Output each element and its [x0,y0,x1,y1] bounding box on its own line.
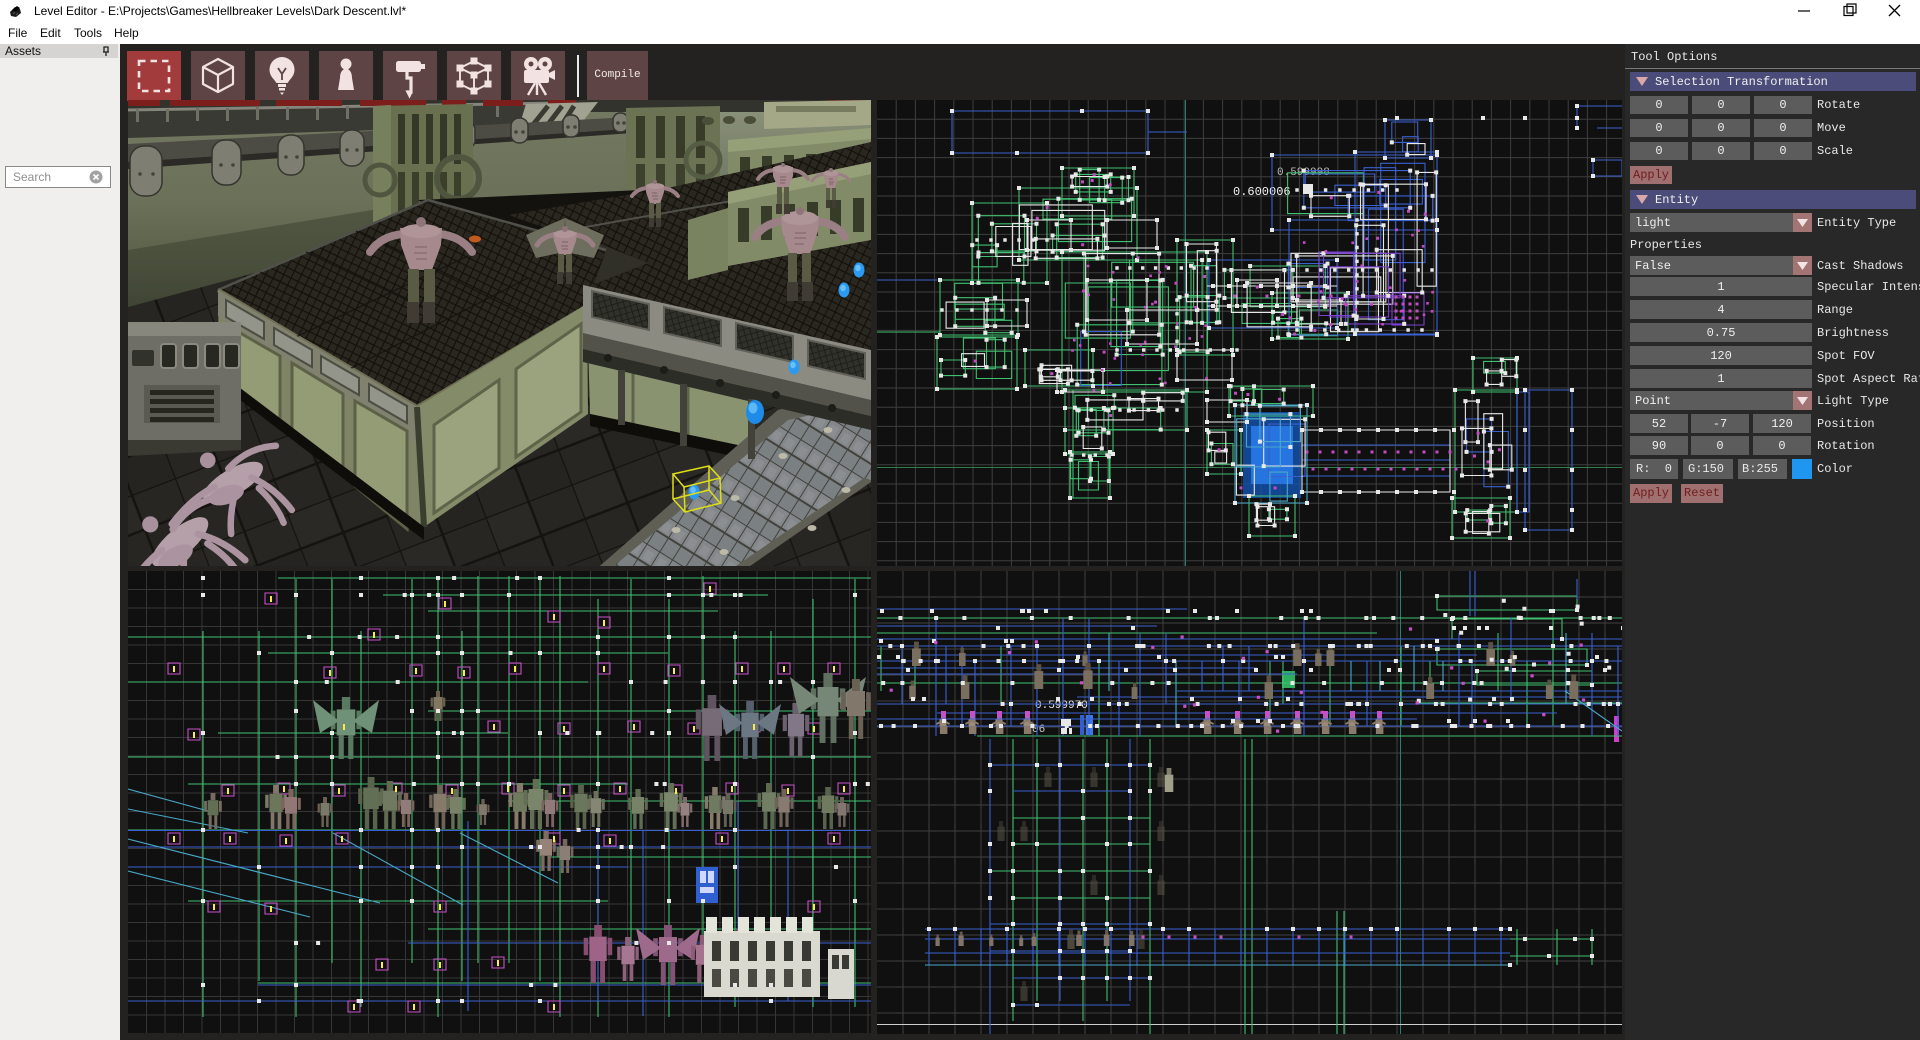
svg-text:0.600006: 0.600006 [1233,185,1291,199]
